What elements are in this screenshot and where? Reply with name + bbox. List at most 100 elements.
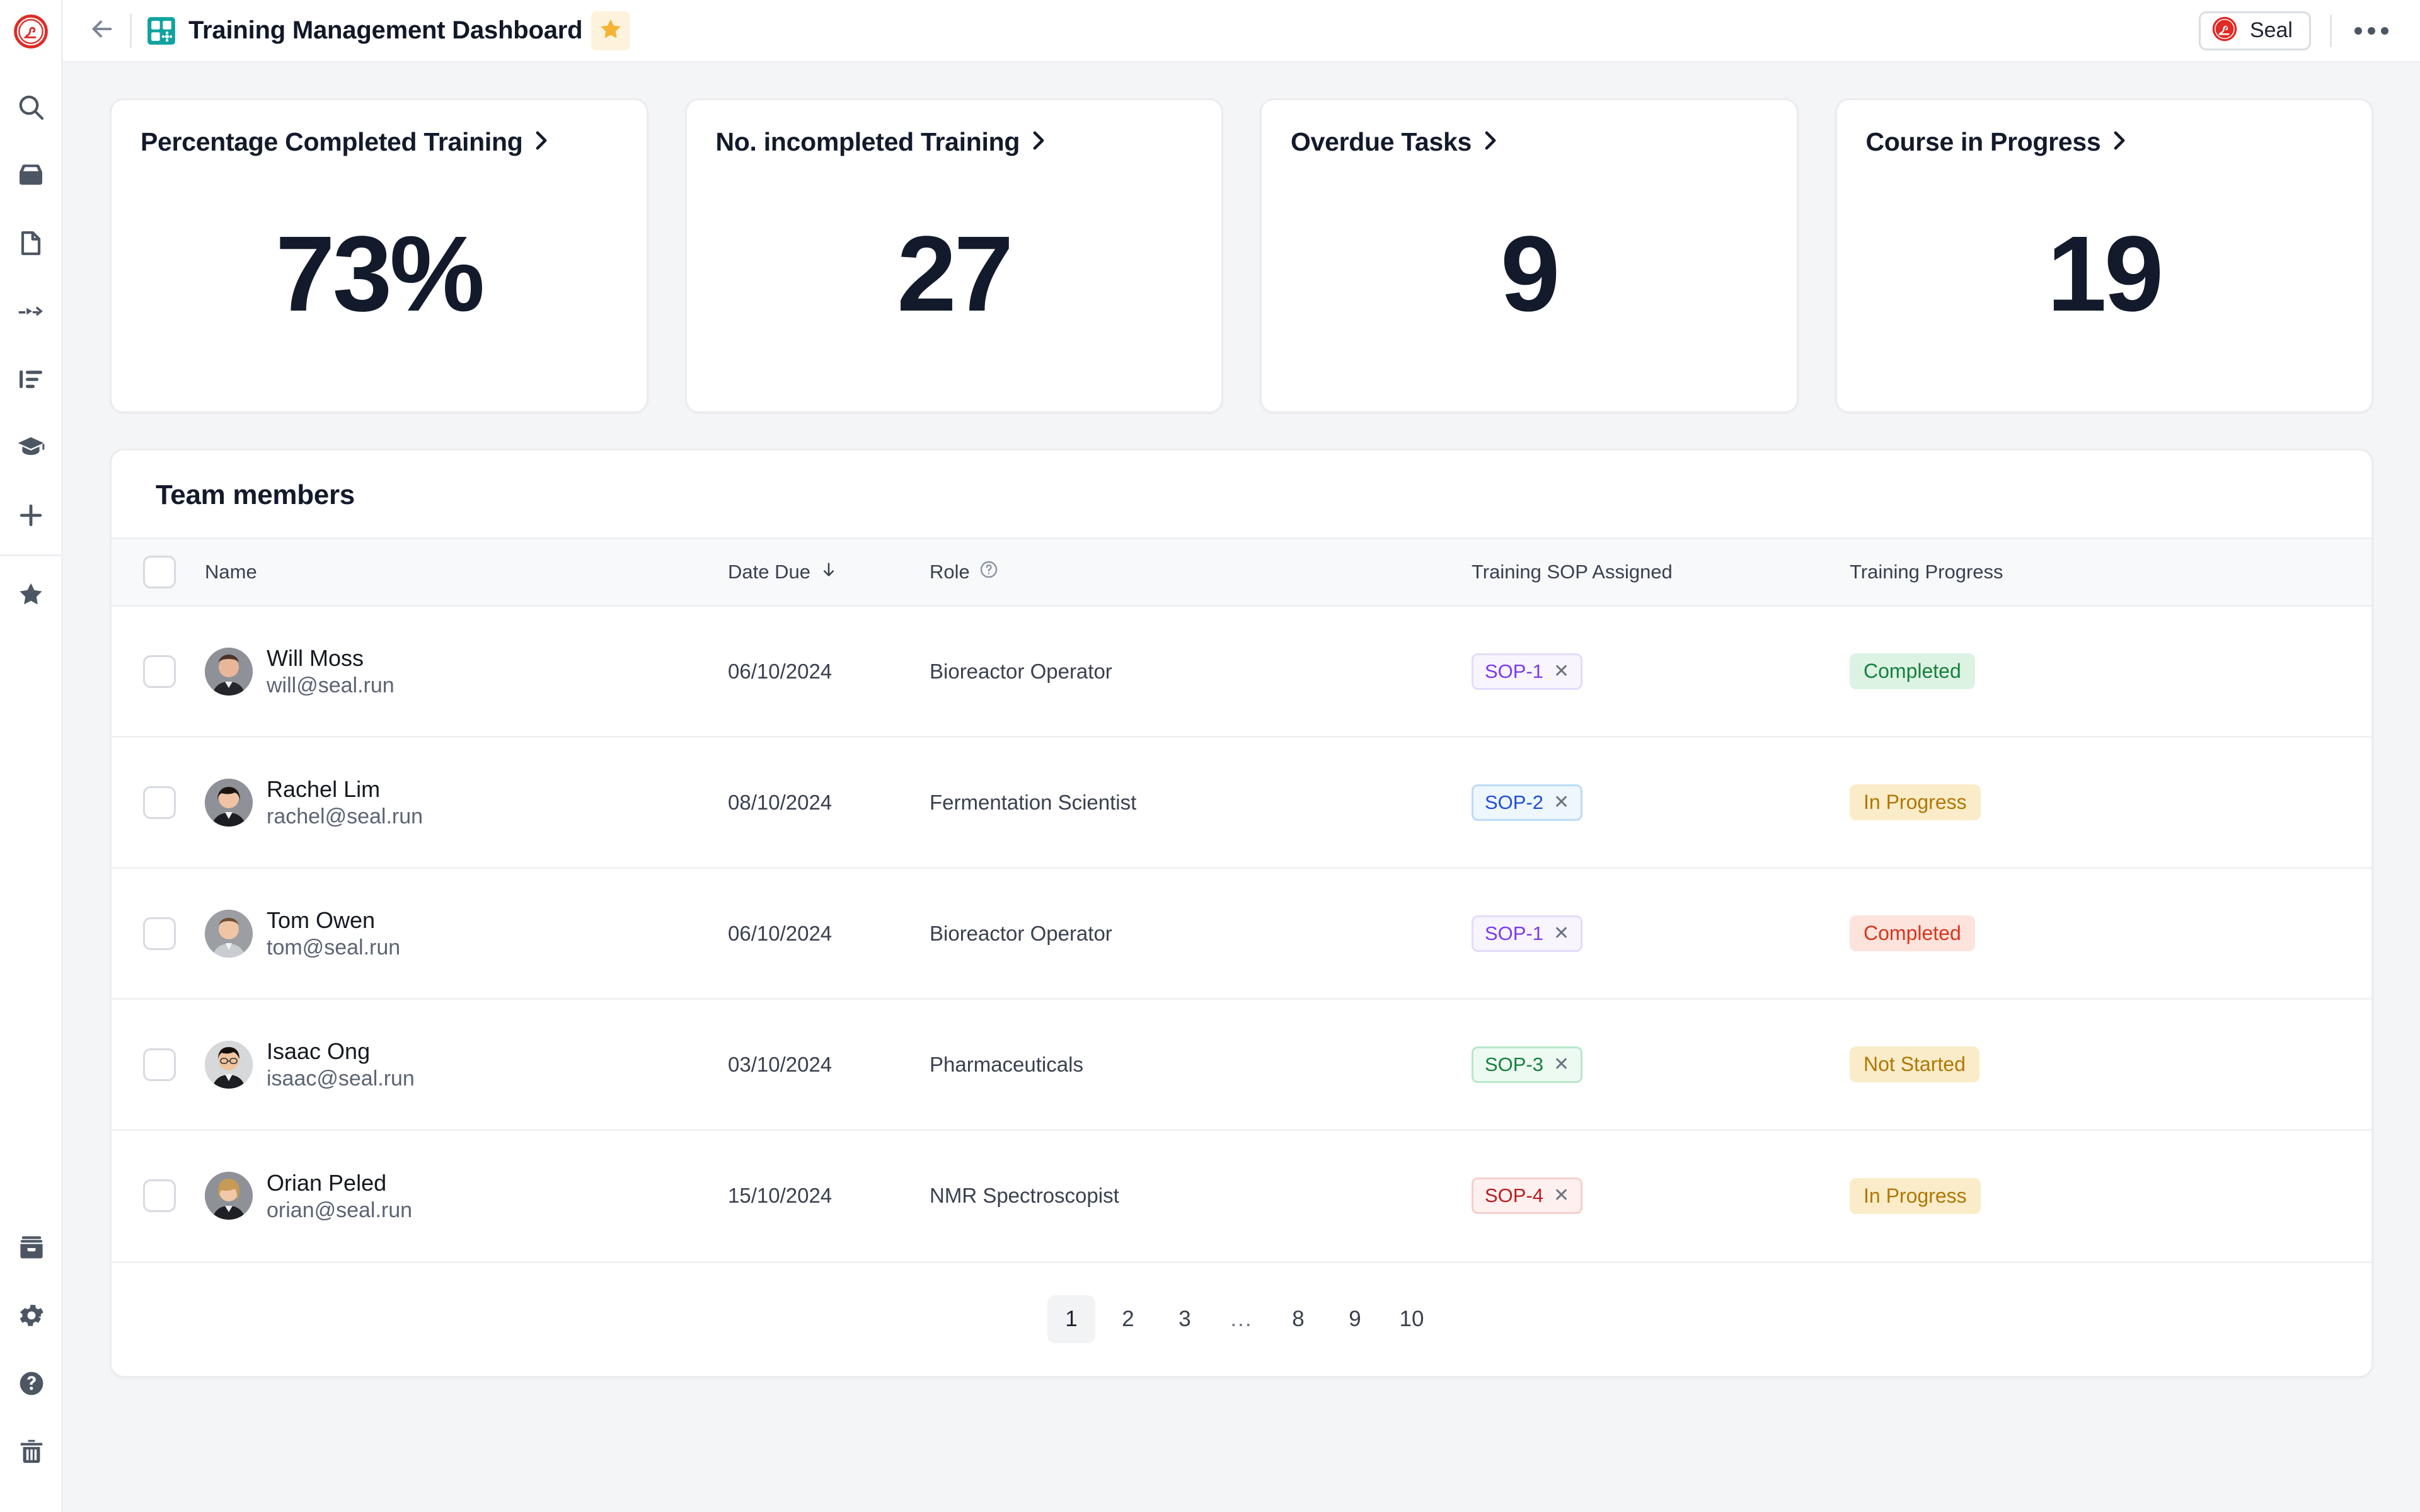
table-row[interactable]: Orian Peled orian@seal.run 15/10/2024 NM… xyxy=(112,1130,2371,1261)
member-name: Will Moss xyxy=(267,644,364,671)
row-sop-cell: SOP-4 ✕ xyxy=(1472,1130,1850,1261)
sidebar-item-documents[interactable] xyxy=(0,209,62,277)
sidebar-item-inbox[interactable] xyxy=(0,141,62,209)
pagination: 1 2 3 ... 8 9 10 xyxy=(112,1261,2371,1376)
row-select-cell xyxy=(112,1130,205,1261)
more-options-button[interactable] xyxy=(2351,20,2392,42)
column-header-sop[interactable]: Training SOP Assigned xyxy=(1472,539,1850,606)
kpi-title: Overdue Tasks xyxy=(1291,127,1472,156)
close-icon[interactable]: ✕ xyxy=(1553,1186,1569,1205)
pagination-page-8[interactable]: 8 xyxy=(1274,1295,1322,1343)
row-checkbox[interactable] xyxy=(143,1048,176,1081)
table-row[interactable]: Tom Owen tom@seal.run 06/10/2024 Bioreac… xyxy=(112,868,2371,999)
pagination-page-2[interactable]: 2 xyxy=(1104,1295,1152,1343)
left-sidebar xyxy=(0,0,63,1512)
header-divider xyxy=(130,13,132,48)
sidebar-item-search[interactable] xyxy=(0,73,62,141)
member-name: Tom Owen xyxy=(267,907,376,933)
sidebar-item-workflows[interactable] xyxy=(0,277,62,345)
favorite-button[interactable] xyxy=(591,11,631,50)
column-header-date-due[interactable]: Date Due xyxy=(728,539,930,606)
dashboard-grid-icon xyxy=(146,15,177,47)
kpi-value: 19 xyxy=(2047,214,2164,334)
close-icon[interactable]: ✕ xyxy=(1553,793,1569,812)
main-area: Training Management Dashboard Seal Perce… xyxy=(63,0,2420,1512)
sidebar-item-trash[interactable] xyxy=(0,1418,63,1486)
pagination-page-3[interactable]: 3 xyxy=(1161,1295,1209,1343)
dashboard-content: Percentage Completed Training 73% No. in… xyxy=(63,63,2420,1512)
workspace-button[interactable]: Seal xyxy=(2198,11,2311,50)
star-icon xyxy=(16,579,46,609)
pagination-page-10[interactable]: 10 xyxy=(1388,1295,1436,1343)
search-icon xyxy=(16,92,46,122)
sidebar-item-favourites[interactable] xyxy=(0,560,62,628)
member-email: tom@seal.run xyxy=(267,935,401,959)
select-all-checkbox[interactable] xyxy=(143,556,176,588)
row-checkbox[interactable] xyxy=(143,1179,176,1213)
column-label-date-due: Date Due xyxy=(728,561,810,583)
sop-tag[interactable]: SOP-1 ✕ xyxy=(1472,915,1583,952)
table-row[interactable]: Rachel Lim rachel@seal.run 08/10/2024 Fe… xyxy=(112,737,2371,868)
kpi-card-percentage-completed-training[interactable]: Percentage Completed Training 73% xyxy=(110,98,648,413)
sop-tag[interactable]: SOP-3 ✕ xyxy=(1472,1046,1583,1083)
kpi-card-no-incompleted-training[interactable]: No. incompleted Training 27 xyxy=(684,98,1223,413)
column-header-role[interactable]: Role xyxy=(930,539,1472,606)
sidebar-logo[interactable] xyxy=(0,0,62,63)
table-title: Team members xyxy=(156,479,355,510)
team-members-card: Team members Name Date Due Role Training… xyxy=(110,449,2373,1378)
chevron-right-icon[interactable] xyxy=(1030,127,1047,158)
table-row[interactable]: Isaac Ong isaac@seal.run 03/10/2024 Phar… xyxy=(112,999,2371,1130)
sidebar-item-help[interactable] xyxy=(0,1349,63,1418)
row-checkbox[interactable] xyxy=(143,655,176,688)
sidebar-item-training[interactable] xyxy=(0,413,62,481)
row-checkbox[interactable] xyxy=(143,917,176,950)
row-name-cell: Rachel Lim rachel@seal.run xyxy=(205,737,728,868)
pagination-page-1[interactable]: 1 xyxy=(1047,1295,1095,1343)
column-header-name[interactable]: Name xyxy=(205,539,728,606)
sop-tag[interactable]: SOP-4 ✕ xyxy=(1472,1177,1583,1215)
back-button[interactable] xyxy=(84,13,120,49)
pagination-page-9[interactable]: 9 xyxy=(1331,1295,1379,1343)
chevron-right-icon[interactable] xyxy=(1482,127,1499,158)
chevron-right-icon[interactable] xyxy=(2111,127,2128,158)
row-progress-cell: Completed xyxy=(1850,606,2371,737)
sidebar-item-archive[interactable] xyxy=(0,1213,63,1281)
kpi-value: 27 xyxy=(897,214,1013,334)
row-checkbox[interactable] xyxy=(143,786,176,819)
page-title: Training Management Dashboard xyxy=(188,16,583,44)
sop-tag-label: SOP-2 xyxy=(1485,791,1544,813)
team-members-table: Name Date Due Role Training SOP Assigned… xyxy=(112,537,2371,1261)
kpi-card-row: Percentage Completed Training 73% No. in… xyxy=(110,98,2373,413)
close-icon[interactable]: ✕ xyxy=(1553,1055,1569,1074)
close-icon[interactable]: ✕ xyxy=(1553,662,1569,681)
row-progress-cell: In Progress xyxy=(1850,1130,2371,1261)
chevron-right-icon[interactable] xyxy=(533,127,550,158)
kpi-header: Overdue Tasks xyxy=(1291,127,1768,158)
archive-icon xyxy=(16,1232,47,1263)
sop-tag[interactable]: SOP-1 ✕ xyxy=(1472,653,1583,690)
kpi-title: No. incompleted Training xyxy=(715,127,1020,156)
select-all-column xyxy=(112,539,205,606)
column-header-progress[interactable]: Training Progress xyxy=(1850,539,2371,606)
sidebar-item-create[interactable] xyxy=(0,481,62,549)
sidebar-item-tasks[interactable] xyxy=(0,345,62,413)
inbox-icon xyxy=(16,160,46,190)
row-date-due: 15/10/2024 xyxy=(728,1184,833,1208)
sop-tag-label: SOP-1 xyxy=(1485,660,1544,682)
row-select-cell xyxy=(112,868,205,999)
row-sop-cell: SOP-1 ✕ xyxy=(1472,606,1850,737)
table-row[interactable]: Will Moss will@seal.run 06/10/2024 Biore… xyxy=(112,606,2371,737)
sop-tag[interactable]: SOP-2 ✕ xyxy=(1472,784,1583,821)
row-select-cell xyxy=(112,606,205,737)
question-circle-outline-icon[interactable] xyxy=(979,559,999,585)
close-icon[interactable]: ✕ xyxy=(1553,924,1569,943)
status-badge: In Progress xyxy=(1850,784,1981,820)
sidebar-item-settings[interactable] xyxy=(0,1281,63,1349)
row-progress-cell: Completed xyxy=(1850,868,2371,999)
row-progress-cell: Not Started xyxy=(1850,999,2371,1130)
row-progress-cell: In Progress xyxy=(1850,737,2371,868)
kpi-card-course-in-progress[interactable]: Course in Progress 19 xyxy=(1835,98,2373,413)
kpi-header: Course in Progress xyxy=(1866,127,2343,158)
app-root: Training Management Dashboard Seal Perce… xyxy=(0,0,2420,1512)
kpi-card-overdue-tasks[interactable]: Overdue Tasks 9 xyxy=(1260,98,1799,413)
